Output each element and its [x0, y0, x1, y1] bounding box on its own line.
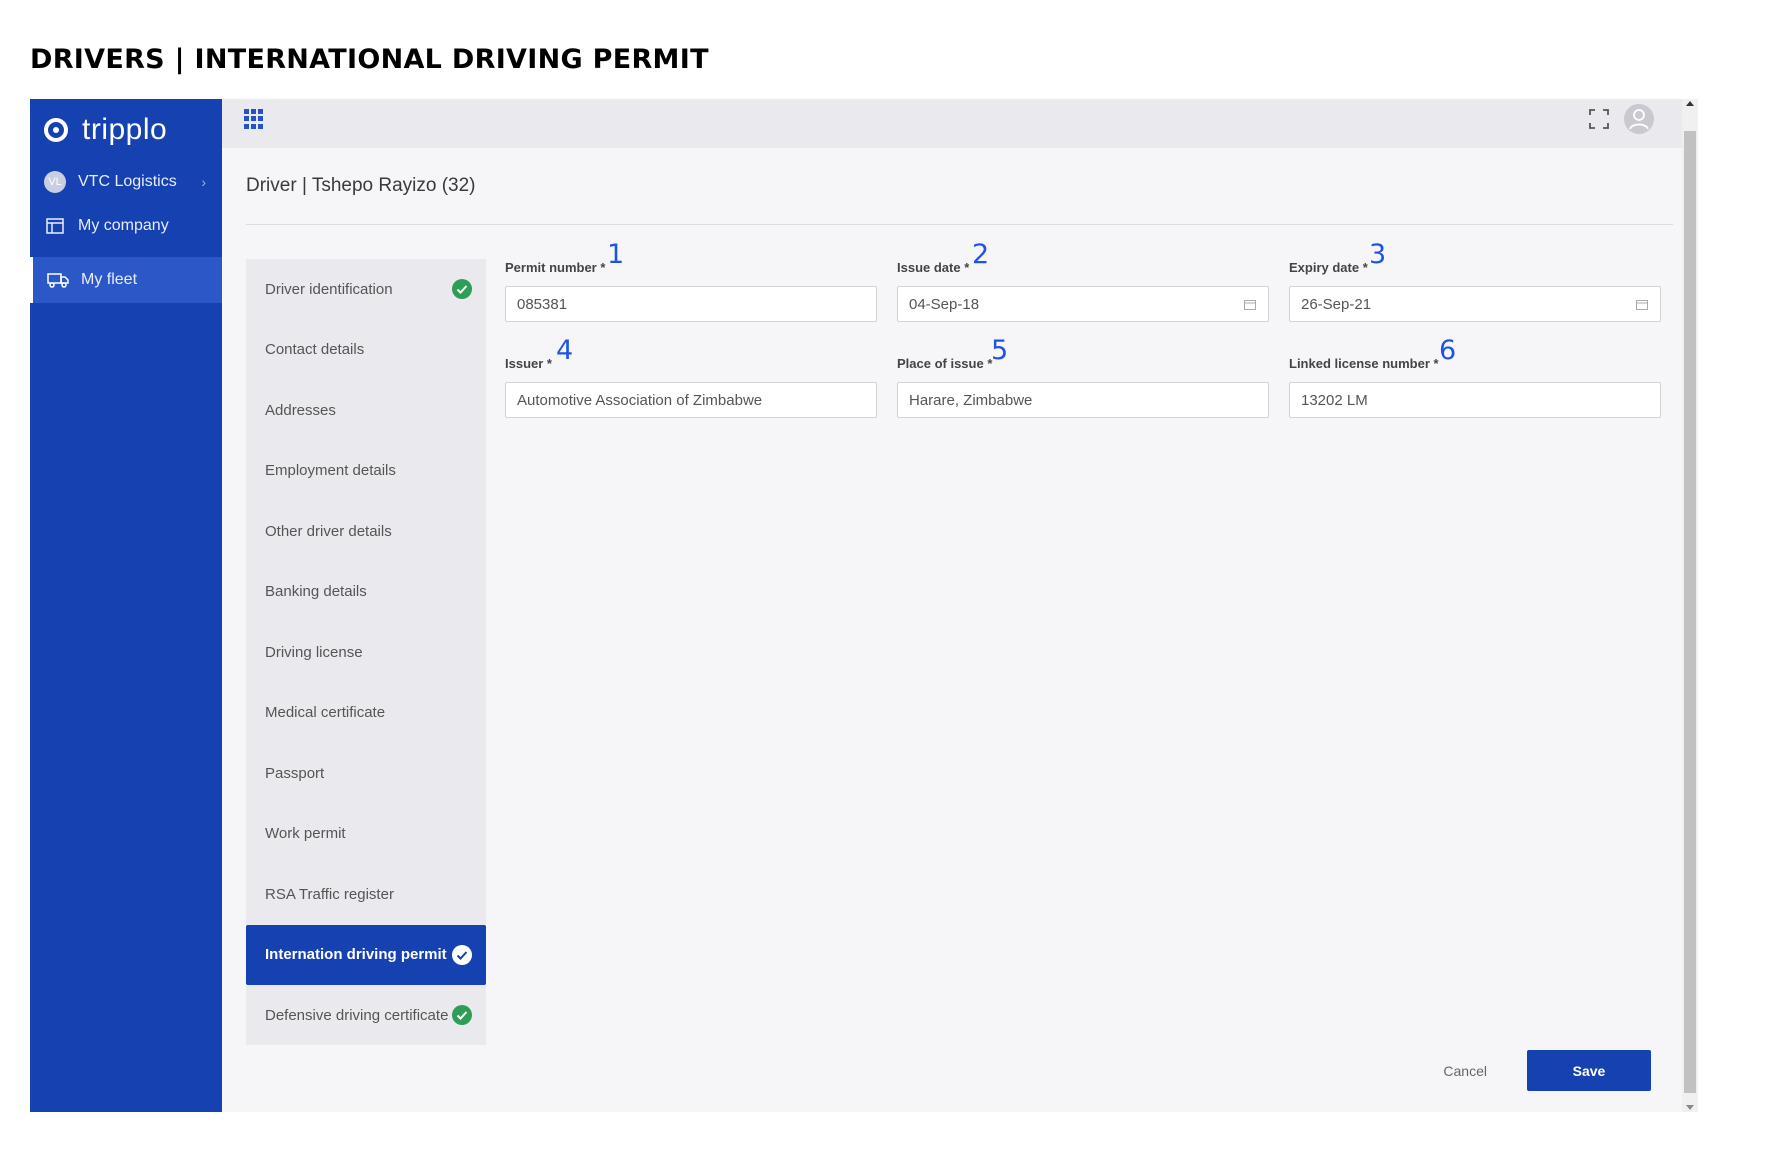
expiry-date-value: 26-Sep-21	[1301, 295, 1372, 313]
section-label: Contact details	[265, 341, 365, 359]
calendar-icon[interactable]	[1636, 299, 1648, 310]
annotation-marker-5: 5	[991, 335, 1009, 366]
check-circle-icon	[452, 1005, 472, 1026]
section-international-driving-permit[interactable]: Internation driving permit	[246, 924, 486, 985]
vertical-scrollbar[interactable]	[1682, 99, 1698, 1112]
section-label: Driver identification	[265, 280, 393, 298]
top-bar	[222, 99, 1682, 148]
save-button[interactable]: Save	[1527, 1050, 1651, 1091]
brand-icon	[44, 118, 68, 142]
apps-grid-icon[interactable]	[244, 109, 264, 129]
section-driving-license[interactable]: Driving license	[246, 622, 486, 683]
cancel-button[interactable]: Cancel	[1443, 1063, 1487, 1079]
place-of-issue-field[interactable]: Harare, Zimbabwe	[897, 382, 1269, 418]
sidebar: tripplo VL VTC Logistics › My company My…	[30, 99, 222, 1112]
calendar-icon[interactable]	[1244, 299, 1256, 310]
sidebar-item-my-company[interactable]: My company	[30, 203, 222, 249]
sidebar-item-label: My company	[78, 217, 169, 234]
section-banking-details[interactable]: Banking details	[246, 562, 486, 623]
scroll-thumb[interactable]	[1684, 131, 1696, 1093]
issuer-label: Issuer *	[505, 356, 552, 371]
section-label: Work permit	[265, 825, 346, 843]
section-label: Banking details	[265, 583, 367, 601]
chevron-right-icon: ›	[201, 174, 206, 190]
linked-license-number-field[interactable]: 13202 LM	[1289, 382, 1661, 418]
section-defensive-driving-certificate[interactable]: Defensive driving certificate	[246, 985, 486, 1046]
section-medical-certificate[interactable]: Medical certificate	[246, 683, 486, 744]
section-label: Internation driving permit	[265, 946, 447, 964]
org-avatar: VL	[44, 171, 66, 193]
annotation-marker-3: 3	[1369, 239, 1387, 270]
section-rsa-traffic-register[interactable]: RSA Traffic register	[246, 864, 486, 925]
place-of-issue-label: Place of issue *	[897, 356, 993, 371]
section-other-driver-details[interactable]: Other driver details	[246, 501, 486, 562]
truck-icon	[47, 272, 69, 288]
scroll-down-arrow-icon[interactable]	[1686, 1105, 1694, 1110]
check-circle-icon	[452, 279, 472, 300]
issue-date-value: 04-Sep-18	[909, 295, 980, 313]
section-work-permit[interactable]: Work permit	[246, 804, 486, 865]
issuer-field[interactable]: Automotive Association of Zimbabwe	[505, 382, 877, 418]
expiry-date-field[interactable]: 26-Sep-21	[1289, 286, 1661, 322]
section-nav: Driver identification Contact details Ad…	[246, 259, 486, 1045]
section-label: Passport	[265, 764, 325, 782]
page-title: Driver | Tshepo Rayizo (32)	[246, 175, 476, 196]
section-label: Defensive driving certificate	[265, 1006, 449, 1024]
issue-date-label: Issue date *	[897, 260, 970, 275]
annotation-marker-2: 2	[972, 239, 990, 270]
sidebar-item-label: VTC Logistics	[78, 173, 177, 190]
expiry-date-label: Expiry date *	[1289, 260, 1368, 275]
annotation-marker-6: 6	[1439, 335, 1457, 366]
issue-date-field[interactable]: 04-Sep-18	[897, 286, 1269, 322]
permit-number-field[interactable]: 085381	[505, 286, 877, 322]
section-label: Medical certificate	[265, 704, 386, 722]
sidebar-item-org[interactable]: VL VTC Logistics ›	[30, 159, 222, 205]
app-window: tripplo VL VTC Logistics › My company My…	[30, 99, 1698, 1112]
sidebar-item-label: My fleet	[81, 271, 138, 288]
permit-number-label: Permit number *	[505, 260, 606, 275]
brand-logo[interactable]: tripplo	[44, 113, 167, 147]
section-passport[interactable]: Passport	[246, 743, 486, 804]
sidebar-item-my-fleet[interactable]: My fleet	[30, 257, 222, 303]
linked-license-number-label: Linked license number *	[1289, 356, 1439, 371]
check-circle-icon	[452, 944, 472, 965]
scroll-up-arrow-icon[interactable]	[1686, 101, 1694, 106]
section-label: Addresses	[265, 401, 336, 419]
section-label: Driving license	[265, 643, 363, 661]
divider	[246, 224, 1673, 225]
fullscreen-icon[interactable]	[1588, 108, 1610, 130]
annotation-marker-1: 1	[607, 239, 625, 270]
user-avatar-icon[interactable]	[1624, 104, 1654, 134]
section-label: Employment details	[265, 462, 396, 480]
building-icon	[44, 218, 66, 234]
brand-name: tripplo	[82, 113, 168, 146]
section-label: RSA Traffic register	[265, 885, 394, 903]
section-label: Other driver details	[265, 522, 392, 540]
section-employment-details[interactable]: Employment details	[246, 441, 486, 502]
annotation-marker-4: 4	[556, 335, 574, 366]
document-title: DRIVERS | INTERNATIONAL DRIVING PERMIT	[30, 44, 709, 75]
section-contact-details[interactable]: Contact details	[246, 320, 486, 381]
section-driver-identification[interactable]: Driver identification	[246, 259, 486, 320]
section-addresses[interactable]: Addresses	[246, 380, 486, 441]
